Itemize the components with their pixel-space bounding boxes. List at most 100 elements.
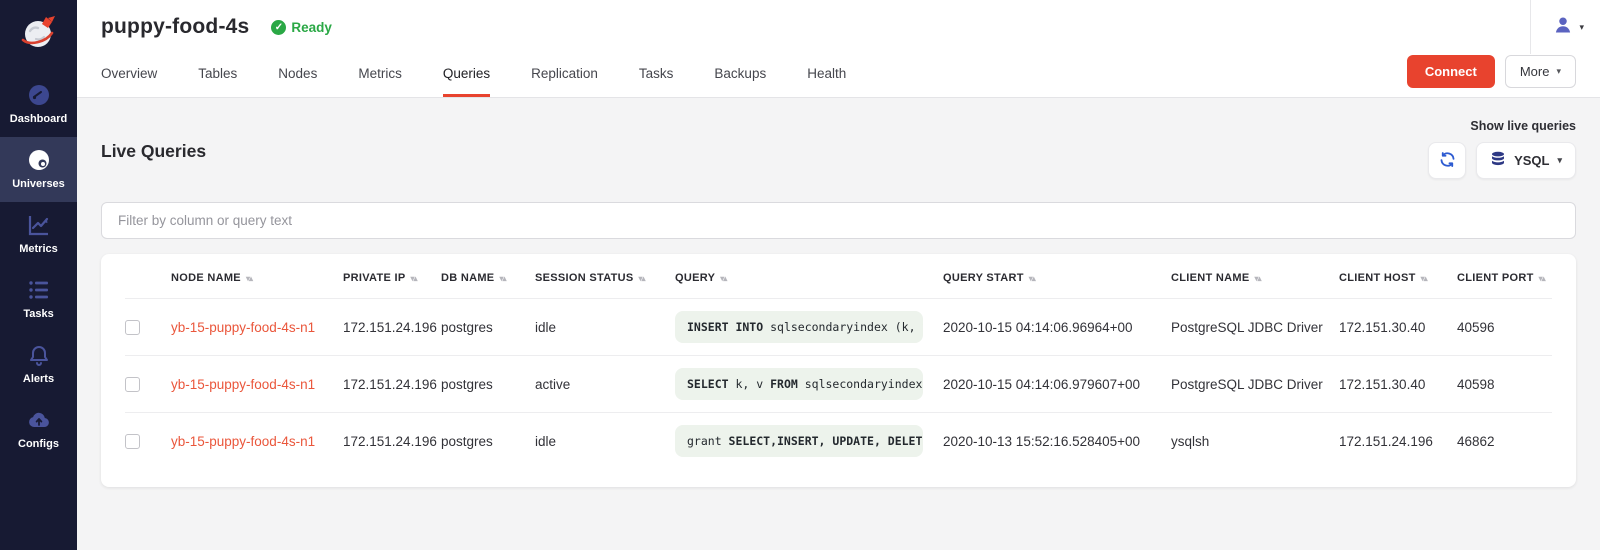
list-icon [27,278,51,302]
main-content: Live Queries Show live queries [77,99,1600,550]
sidebar-item-dashboard[interactable]: Dashboard [0,72,77,137]
column-header-db-name[interactable]: DB NAME▾▴ [441,258,535,298]
query-start-cell: 2020-10-15 04:14:06.96964+00 [943,298,1171,355]
row-checkbox[interactable] [125,434,140,449]
sort-icon[interactable]: ▾▴ [1254,274,1260,283]
private-ip-cell: 172.151.24.196 [343,355,441,412]
sidebar-item-configs[interactable]: Configs [0,397,77,462]
private-ip-cell: 172.151.24.196 [343,298,441,355]
client-host-cell: 172.151.30.40 [1339,298,1457,355]
node-name-link[interactable]: yb-15-puppy-food-4s-n1 [171,434,315,449]
column-header-session-status[interactable]: SESSION STATUS ▾▴ [535,258,675,298]
node-name-cell: yb-15-puppy-food-4s-n1 [171,298,343,355]
user-avatar-icon [1553,15,1573,40]
top-bar: puppy-food-4s ✓ Ready ▾ Overview Tables No… [77,0,1600,98]
row-checkbox-cell [125,298,171,355]
check-circle-icon: ✓ [271,20,286,35]
client-name-cell: PostgreSQL JDBC Driver [1171,355,1339,412]
sidebar-item-label: Tasks [23,308,53,320]
gauge-icon [27,83,51,107]
column-label: CLIENT PORT [1457,272,1534,284]
tab-tasks[interactable]: Tasks [639,54,674,97]
db-name-cell: postgres [441,355,535,412]
sort-icon[interactable]: ▾▴ [411,274,417,283]
node-name-cell: yb-15-puppy-food-4s-n1 [171,355,343,412]
tab-backups[interactable]: Backups [714,54,766,97]
chevron-down-icon: ▾ [1579,22,1584,33]
connect-button[interactable]: Connect [1407,55,1495,88]
page-title: puppy-food-4s [101,15,249,39]
client-name-cell: PostgreSQL JDBC Driver [1171,298,1339,355]
app-logo[interactable] [0,0,77,72]
db-name-cell: postgres [441,298,535,355]
sort-icon[interactable]: ▾▴ [499,274,505,283]
column-header-query[interactable]: QUERY ▾▴ [675,258,943,298]
query-engine-dropdown[interactable]: YSQL ▾ [1476,142,1576,179]
node-name-link[interactable]: yb-15-puppy-food-4s-n1 [171,320,315,335]
column-label: QUERY START [943,272,1024,284]
column-label: PRIVATE IP [343,272,406,284]
row-checkbox-cell [125,355,171,412]
column-header-client-name[interactable]: CLIENT NAME ▾▴ [1171,258,1339,298]
chevron-down-icon: ▾ [1557,155,1562,166]
query-cell: SELECT k, v FROM sqlsecondaryindex … [675,355,943,412]
sort-icon[interactable]: ▾▴ [1029,274,1035,283]
query-start-cell: 2020-10-13 15:52:16.528405+00 [943,412,1171,469]
sort-icon[interactable]: ▾▴ [1539,274,1545,283]
query-cell: INSERT INTO sqlsecondaryindex (k, v… [675,298,943,355]
client-port-cell: 46862 [1457,412,1552,469]
column-header-checkbox [125,258,171,298]
tab-replication[interactable]: Replication [531,54,598,97]
status-badge: ✓ Ready [271,20,332,35]
chart-icon [27,213,51,237]
sidebar-item-label: Dashboard [10,113,67,125]
column-header-query-start[interactable]: QUERY START ▾▴ [943,258,1171,298]
sort-icon[interactable]: ▾▴ [246,274,252,283]
column-label: QUERY [675,272,715,284]
row-checkbox-cell [125,412,171,469]
session-status-cell: idle [535,412,675,469]
client-port-cell: 40598 [1457,355,1552,412]
show-live-queries-label: Show live queries [1470,119,1576,133]
column-label: SESSION STATUS [535,272,634,284]
column-header-client-host[interactable]: CLIENT HOST▾▴ [1339,258,1457,298]
sort-icon[interactable]: ▾▴ [720,274,726,283]
sort-icon[interactable]: ▾▴ [1421,274,1427,283]
filter-input[interactable] [101,202,1576,239]
tab-overview[interactable]: Overview [101,54,157,97]
tab-tables[interactable]: Tables [198,54,237,97]
query-chip: INSERT INTO sqlsecondaryindex (k, v… [675,311,923,343]
client-host-cell: 172.151.30.40 [1339,355,1457,412]
tab-nodes[interactable]: Nodes [278,54,317,97]
node-name-cell: yb-15-puppy-food-4s-n1 [171,412,343,469]
node-name-link[interactable]: yb-15-puppy-food-4s-n1 [171,377,315,392]
tab-health[interactable]: Health [807,54,846,97]
sidebar-item-universes[interactable]: Universes [0,137,77,202]
sidebar-item-label: Configs [18,438,59,450]
column-label: CLIENT NAME [1171,272,1249,284]
row-checkbox[interactable] [125,377,140,392]
sort-icon[interactable]: ▾▴ [639,274,645,283]
refresh-icon [1439,151,1456,171]
column-header-node-name[interactable]: NODE NAME ▾▴ [171,258,343,298]
database-icon [1490,151,1506,170]
sidebar-item-alerts[interactable]: Alerts [0,332,77,397]
cloud-upload-icon [27,408,51,432]
query-cell: grant SELECT,INSERT, UPDATE, DELETE… [675,412,943,469]
column-header-client-port[interactable]: CLIENT PORT ▾▴ [1457,258,1552,298]
queries-table: NODE NAME▾▴PRIVATE IP▾▴DB NAME▾▴SESSION … [125,258,1552,469]
column-header-private-ip[interactable]: PRIVATE IP ▾▴ [343,258,441,298]
tab-queries[interactable]: Queries [443,54,490,97]
refresh-button[interactable] [1428,142,1466,179]
client-name-cell: ysqlsh [1171,412,1339,469]
sidebar-item-label: Universes [12,178,65,190]
row-checkbox[interactable] [125,320,140,335]
tab-metrics[interactable]: Metrics [358,54,402,97]
sidebar-item-tasks[interactable]: Tasks [0,267,77,332]
more-button[interactable]: More ▾ [1505,55,1576,88]
session-status-cell: active [535,355,675,412]
column-label: NODE NAME [171,272,241,284]
sidebar: Dashboard Universes Metrics [0,0,77,550]
sidebar-item-metrics[interactable]: Metrics [0,202,77,267]
user-menu[interactable]: ▾ [1530,0,1584,54]
